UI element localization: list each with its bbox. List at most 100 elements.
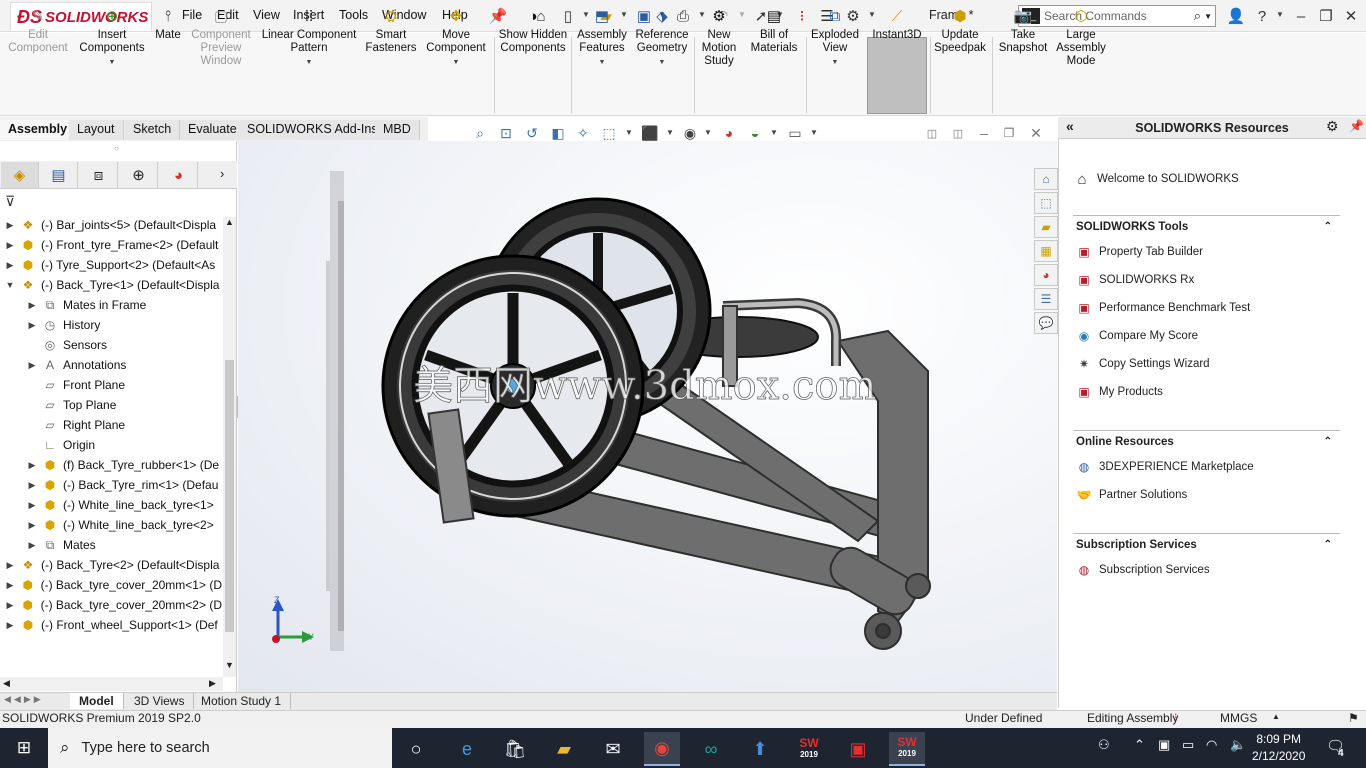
collapse-pane-icon[interactable]: « <box>1066 118 1074 134</box>
tab-motion-study-1[interactable]: Motion Study 1 <box>192 693 292 709</box>
tree-item[interactable]: ▶ ⬢ (-) White_line_back_tyre<1> <box>0 495 222 515</box>
viewport-nav-left-icon[interactable]: ◫ <box>922 124 942 142</box>
solidworks-rx-link[interactable]: ▣ SOLIDWORKS Rx <box>1075 270 1194 290</box>
close-icon[interactable]: ✕ <box>1341 6 1361 26</box>
tab-evaluate[interactable]: Evaluate <box>180 120 246 140</box>
exploded-view-button[interactable]: ⧉ Exploded View ▼ <box>808 6 862 69</box>
previous-view-icon[interactable]: ↺ <box>522 124 542 142</box>
viewport-minimize-icon[interactable]: – <box>974 124 994 142</box>
display-style-icon[interactable]: ⬛ <box>640 124 660 142</box>
section-solidworks-tools[interactable]: SOLIDWORKS Tools ⌃ <box>1073 215 1340 237</box>
feature-manager-tab-icon[interactable]: ◈ <box>1 162 39 188</box>
chevron-down-icon[interactable]: ▼ <box>306 56 313 69</box>
component-preview-window-button[interactable]: ▢ Component Preview Window <box>188 6 254 68</box>
tree-item[interactable]: ▼ ❖ (-) Back_Tyre<1> (Default<Displa <box>0 275 222 295</box>
display-manager-tab-icon[interactable]: ◕ <box>160 162 198 188</box>
assembly-features-button[interactable]: ⬒ Assembly Features ▼ <box>574 6 630 69</box>
cortana-icon[interactable]: ○ <box>398 732 434 766</box>
chevron-up-icon[interactable]: ⌃ <box>1324 431 1332 453</box>
tab-scroll-arrows-icon[interactable]: ◀◀▶▶ <box>4 694 44 705</box>
chevron-down-icon[interactable]: ▼ <box>832 56 839 69</box>
tree-item[interactable]: ▶ ⬢ (f) Back_Tyre_rubber<1> (De <box>0 455 222 475</box>
hide-show-items-icon[interactable]: ◉ <box>680 124 700 142</box>
chevron-right-icon[interactable]: › <box>220 166 224 181</box>
tab-assembly[interactable]: Assembly <box>0 120 77 140</box>
quick-tips-icon[interactable]: ⚑ <box>1348 711 1359 725</box>
tree-item[interactable]: ▶ ⧉ Mates <box>0 535 222 555</box>
scroll-up-icon[interactable]: ▲ <box>225 217 234 227</box>
chevron-down-icon[interactable]: ▼ <box>453 56 460 69</box>
performance-benchmark-link[interactable]: ▣ Performance Benchmark Test <box>1075 298 1250 318</box>
chevron-down-icon[interactable]: ▼ <box>666 128 674 137</box>
section-view-icon[interactable]: ◧ <box>548 124 568 142</box>
compare-my-score-link[interactable]: ◉ Compare My Score <box>1075 326 1198 346</box>
zoom-to-area-icon[interactable]: ⊡ <box>496 124 516 142</box>
tree-item[interactable]: ▶ ⬢ (-) Back_Tyre_rim<1> (Defau <box>0 475 222 495</box>
tree-item[interactable]: ▶ ⬢ (-) Tyre_Support<2> (Default<As <box>0 255 222 275</box>
tree-item[interactable]: ▶ ⬢ (-) Front_wheel_Support<1> (Def <box>0 615 222 635</box>
bill-of-materials-button[interactable]: ▤ Bill of Materials <box>746 6 802 55</box>
section-online-resources[interactable]: Online Resources ⌃ <box>1073 430 1340 452</box>
tree-item[interactable]: ▶ ⧉ Mates in Frame <box>0 295 222 315</box>
tree-item[interactable]: ▶ ❖ (-) Back_Tyre<2> (Default<Displa <box>0 555 222 575</box>
unit-system[interactable]: MMGS <box>1220 711 1257 725</box>
forum-icon[interactable]: 💬 <box>1034 312 1058 334</box>
file-explorer-icon[interactable]: ▰ <box>1034 216 1058 238</box>
view-orientation-icon[interactable]: ⬚ <box>599 124 619 142</box>
chevron-up-icon[interactable]: ▲ <box>1272 712 1280 721</box>
tab-model[interactable]: Model <box>70 693 124 709</box>
dimxpert-tab-icon[interactable]: ⊕ <box>120 162 158 188</box>
tab-sketch[interactable]: Sketch <box>125 120 181 140</box>
chevron-down-icon[interactable]: ▼ <box>625 128 633 137</box>
app-icon[interactable]: ▣ <box>840 732 876 766</box>
tree-item[interactable]: ▶ ⬢ (-) White_line_back_tyre<2> <box>0 515 222 535</box>
tree-item[interactable]: ▶ ⬢ (-) Back_tyre_cover_20mm<1> (D <box>0 575 222 595</box>
copy-settings-wizard-link[interactable]: ✷ Copy Settings Wizard <box>1075 354 1210 374</box>
viewport-nav-right-icon[interactable]: ◫ <box>948 124 968 142</box>
zoom-to-fit-icon[interactable]: ⌕ <box>470 124 490 142</box>
tree-item[interactable]: ▱ Top Plane <box>0 395 222 415</box>
property-tab-builder-link[interactable]: ▣ Property Tab Builder <box>1075 242 1203 262</box>
chevron-down-icon[interactable]: ▼ <box>810 128 818 137</box>
pin-icon[interactable]: 📌 <box>1349 119 1364 133</box>
reference-geometry-button[interactable]: ⬗ Reference Geometry ▼ <box>633 6 691 69</box>
tree-item[interactable]: ▶ ❖ (-) Bar_joints<5> (Default<Displa <box>0 215 222 235</box>
pane-settings-gear-icon[interactable]: ⚙ <box>1326 118 1339 135</box>
chevron-down-icon[interactable]: ▼ <box>599 56 606 69</box>
chevron-up-icon[interactable]: ⌃ <box>1324 216 1332 238</box>
take-snapshot-button[interactable]: 📷 Take Snapshot <box>996 6 1050 55</box>
battery-icon[interactable]: ▭ <box>1182 737 1194 753</box>
tree-item[interactable]: ∟ Origin <box>0 435 222 455</box>
search-icon[interactable]: ⌕ <box>1194 8 1201 24</box>
panel-splitter-handle[interactable]: ○ <box>114 144 119 153</box>
tree-horizontal-scrollbar[interactable] <box>0 677 223 691</box>
configuration-manager-tab-icon[interactable]: ⧈ <box>80 162 118 188</box>
show-hidden-components-button[interactable]: ◑ Show Hidden Components <box>498 6 568 55</box>
section-subscription-services[interactable]: Subscription Services ⌃ <box>1073 533 1340 555</box>
tree-item[interactable]: ▱ Right Plane <box>0 415 222 435</box>
filter-icon[interactable]: ⊽ <box>5 193 15 210</box>
chevron-down-icon[interactable]: ▼ <box>659 56 666 69</box>
scroll-down-icon[interactable]: ▼ <box>225 660 234 670</box>
solidworks-2019-active-icon[interactable]: SW 2019 <box>889 732 925 766</box>
insert-components-button[interactable]: ⊕ Insert Components ▼ <box>76 6 148 69</box>
subscription-services-link[interactable]: ◍ Subscription Services <box>1075 560 1210 580</box>
welcome-link[interactable]: ⌂ Welcome to SOLIDWORKS <box>1073 169 1238 189</box>
appearances-icon[interactable]: ◕ <box>1034 264 1058 286</box>
chevron-down-icon[interactable]: ▼ <box>109 56 116 69</box>
app-icon[interactable]: ⬆ <box>742 732 778 766</box>
property-manager-tab-icon[interactable]: ▤ <box>40 162 78 188</box>
tree-item[interactable]: ▶ A Annotations <box>0 355 222 375</box>
rebuild-indicator-icon[interactable]: ⁝ <box>1174 711 1178 724</box>
solidworks-2019-icon[interactable]: SW 2019 <box>791 732 827 766</box>
update-speedpak-button[interactable]: ⬢ Update Speedpak <box>932 6 988 55</box>
file-explorer-icon[interactable]: ▰ <box>546 732 582 766</box>
resources-home-icon[interactable]: ⌂ <box>1034 168 1058 190</box>
apply-scene-icon[interactable]: ◒ <box>745 124 765 142</box>
store-icon[interactable]: 🛍 <box>497 732 533 766</box>
volume-icon[interactable]: 🔈 <box>1230 737 1246 753</box>
linear-component-pattern-button[interactable]: ⁞⁞ Linear Component Pattern ▼ <box>258 6 360 69</box>
view-palette-icon[interactable]: ▦ <box>1034 240 1058 262</box>
wifi-icon[interactable]: ◠ <box>1206 737 1217 753</box>
tab-mbd[interactable]: MBD <box>375 120 420 140</box>
